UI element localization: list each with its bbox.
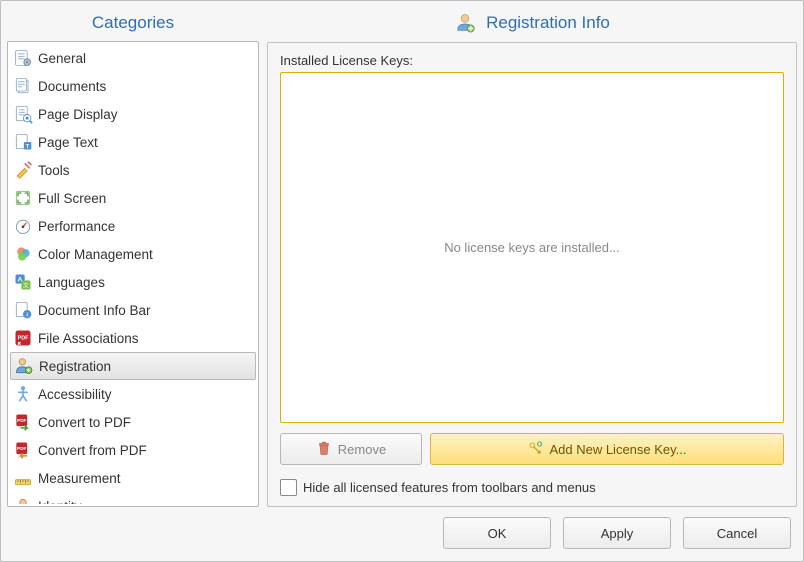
add-key-label: Add New License Key... <box>549 442 686 457</box>
sidebar-item-label: Documents <box>38 79 254 94</box>
ok-button[interactable]: OK <box>443 517 551 549</box>
license-keys-list[interactable]: No license keys are installed... <box>280 72 784 423</box>
hide-features-row: Hide all licensed features from toolbars… <box>280 479 784 496</box>
sidebar-item-label: Convert to PDF <box>38 415 254 430</box>
general-icon <box>12 47 34 69</box>
sidebar-item-label: Color Management <box>38 247 254 262</box>
sidebar-item-label: File Associations <box>38 331 254 346</box>
preferences-dialog: Categories General Documents Page Display T… <box>0 0 804 562</box>
cancel-button[interactable]: Cancel <box>683 517 791 549</box>
sidebar-item-registration[interactable]: Registration <box>10 352 256 380</box>
sidebar-item-identity[interactable]: Identity <box>10 492 256 504</box>
add-key-button[interactable]: Add New License Key... <box>430 433 784 465</box>
hide-features-checkbox[interactable] <box>280 479 297 496</box>
key-add-icon <box>527 440 543 459</box>
accessibility-icon <box>12 383 34 405</box>
identity-icon <box>12 495 34 504</box>
registration-panel: Registration Info Installed License Keys… <box>267 7 797 507</box>
remove-key-label: Remove <box>338 442 386 457</box>
sidebar-item-label: Registration <box>39 359 253 374</box>
categories-frame: General Documents Page Display T Page Text To… <box>7 41 259 507</box>
remove-key-button[interactable]: Remove <box>280 433 422 465</box>
sidebar-item-label: Tools <box>38 163 254 178</box>
sidebar-item-documents[interactable]: Documents <box>10 72 256 100</box>
sidebar-item-label: Performance <box>38 219 254 234</box>
sidebar-item-color-management[interactable]: Color Management <box>10 240 256 268</box>
sidebar-item-performance[interactable]: Performance <box>10 212 256 240</box>
sidebar-item-label: Languages <box>38 275 254 290</box>
svg-text:PDF: PDF <box>17 418 26 423</box>
sidebar-item-tools[interactable]: Tools <box>10 156 256 184</box>
sidebar-item-info-bar[interactable]: i Document Info Bar <box>10 296 256 324</box>
page-display-icon <box>12 103 34 125</box>
registration-content: Installed License Keys: No license keys … <box>267 42 797 507</box>
measurement-icon <box>12 467 34 489</box>
dialog-body: Categories General Documents Page Display T… <box>1 1 803 507</box>
svg-text:文: 文 <box>23 281 29 289</box>
categories-title: Categories <box>7 7 259 41</box>
sidebar-item-page-text[interactable]: T Page Text <box>10 128 256 156</box>
registration-icon <box>13 355 35 377</box>
convert-from-pdf-icon: PDF <box>12 439 34 461</box>
sidebar-item-label: Measurement <box>38 471 254 486</box>
sidebar-item-label: Document Info Bar <box>38 303 254 318</box>
languages-icon: A文 <box>12 271 34 293</box>
sidebar-item-label: General <box>38 51 254 66</box>
installed-keys-label: Installed License Keys: <box>280 53 784 68</box>
info-bar-icon: i <box>12 299 34 321</box>
sidebar-item-page-display[interactable]: Page Display <box>10 100 256 128</box>
license-buttons-row: Remove Add New License Ke <box>280 433 784 465</box>
sidebar-item-label: Page Text <box>38 135 254 150</box>
apply-button[interactable]: Apply <box>563 517 671 549</box>
file-assoc-icon: PDF <box>12 327 34 349</box>
registration-title: Registration Info <box>486 13 610 33</box>
sidebar-item-accessibility[interactable]: Accessibility <box>10 380 256 408</box>
sidebar-item-label: Identity <box>38 499 254 505</box>
svg-text:T: T <box>26 144 30 150</box>
sidebar-item-convert-to-pdf[interactable]: PDF Convert to PDF <box>10 408 256 436</box>
tools-icon <box>12 159 34 181</box>
sidebar-item-full-screen[interactable]: Full Screen <box>10 184 256 212</box>
sidebar-item-file-assoc[interactable]: PDF File Associations <box>10 324 256 352</box>
categories-panel: Categories General Documents Page Display T… <box>7 7 259 507</box>
trash-icon <box>316 440 332 459</box>
convert-to-pdf-icon: PDF <box>12 411 34 433</box>
svg-text:PDF: PDF <box>18 336 30 342</box>
dialog-footer: OK Apply Cancel <box>1 507 803 561</box>
documents-icon <box>12 75 34 97</box>
sidebar-item-measurement[interactable]: Measurement <box>10 464 256 492</box>
categories-list[interactable]: General Documents Page Display T Page Text To… <box>10 44 256 504</box>
hide-features-label: Hide all licensed features from toolbars… <box>303 480 596 495</box>
registration-icon <box>454 12 476 34</box>
full-screen-icon <box>12 187 34 209</box>
sidebar-item-general[interactable]: General <box>10 44 256 72</box>
sidebar-item-label: Accessibility <box>38 387 254 402</box>
sidebar-item-label: Full Screen <box>38 191 254 206</box>
svg-text:PDF: PDF <box>17 446 26 451</box>
registration-header: Registration Info <box>267 7 797 42</box>
performance-icon <box>12 215 34 237</box>
sidebar-item-languages[interactable]: A文 Languages <box>10 268 256 296</box>
sidebar-item-label: Page Display <box>38 107 254 122</box>
page-text-icon: T <box>12 131 34 153</box>
sidebar-item-convert-from-pdf[interactable]: PDF Convert from PDF <box>10 436 256 464</box>
license-keys-empty-text: No license keys are installed... <box>444 240 620 255</box>
sidebar-item-label: Convert from PDF <box>38 443 254 458</box>
color-management-icon <box>12 243 34 265</box>
